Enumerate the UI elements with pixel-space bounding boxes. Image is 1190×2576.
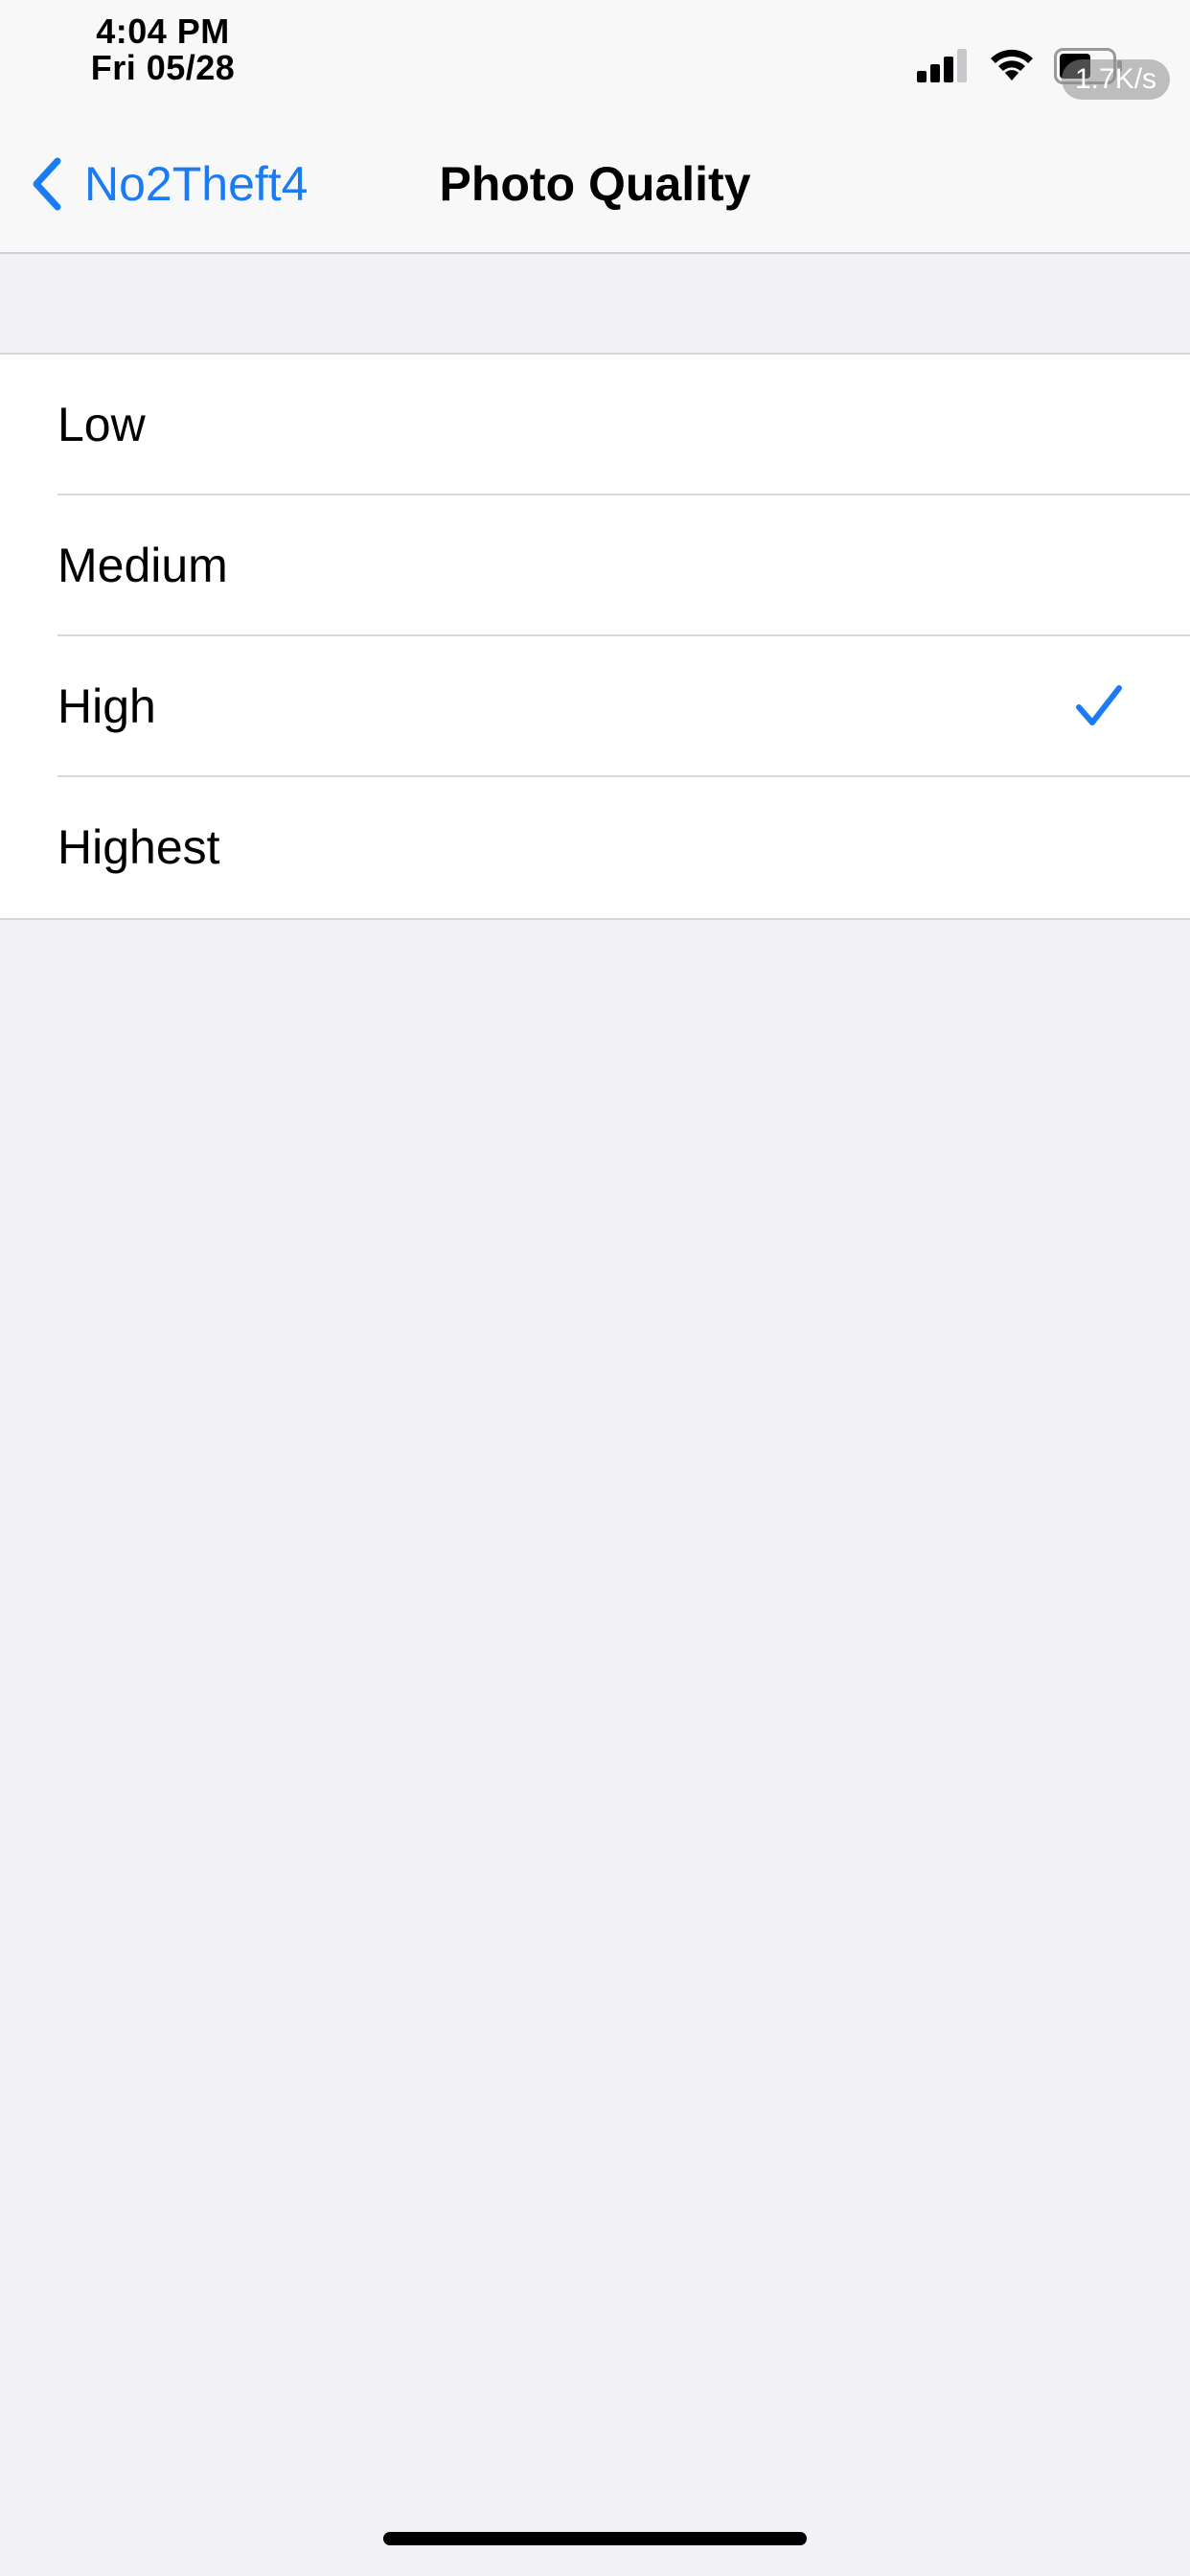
option-label: Low — [57, 398, 146, 451]
option-high[interactable]: High — [0, 636, 1190, 777]
option-label: High — [57, 679, 156, 733]
status-bar: 4:04 PM Fri 05/28 1.7K/s — [0, 0, 1190, 105]
navigation-bar: No2Theft4 Photo Quality — [0, 105, 1190, 254]
network-speed-badge: 1.7K/s — [1062, 59, 1171, 100]
option-medium[interactable]: Medium — [0, 495, 1190, 636]
option-low[interactable]: Low — [0, 355, 1190, 495]
home-indicator[interactable] — [383, 2532, 807, 2545]
screen: 4:04 PM Fri 05/28 1.7K/s No2Theft4 Photo… — [0, 0, 1190, 2576]
cellular-signal-icon — [917, 49, 967, 82]
option-label: Medium — [57, 539, 228, 592]
status-date: Fri 05/28 — [90, 48, 236, 87]
photo-quality-options: Low Medium High Highest — [0, 353, 1190, 920]
option-label: Highest — [57, 820, 220, 874]
page-title: Photo Quality — [439, 157, 751, 211]
wifi-icon — [991, 49, 1033, 80]
option-highest[interactable]: Highest — [0, 777, 1190, 918]
checkmark-icon — [1076, 685, 1122, 725]
status-time: 4:04 PM — [96, 12, 230, 51]
